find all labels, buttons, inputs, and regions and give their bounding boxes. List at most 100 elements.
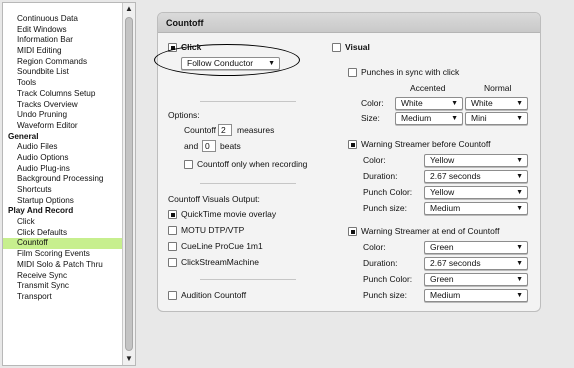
sidebar-item[interactable]: Information Bar — [3, 35, 123, 46]
visuals-output-label: Countoff Visuals Output: — [168, 194, 260, 204]
sidebar-item[interactable]: Region Commands — [3, 57, 123, 68]
chevron-down-icon: ▼ — [516, 157, 523, 164]
sidebar-item[interactable]: Waveform Editor — [3, 121, 123, 132]
annotation-ellipse — [154, 44, 300, 76]
visual-size-normal-popup[interactable]: Mini ▼ — [465, 112, 528, 125]
visual-size-normal-value: Mini — [471, 113, 487, 123]
clickstreammachine-checkbox[interactable] — [168, 258, 177, 267]
only-when-recording-label: Countoff only when recording — [197, 159, 308, 169]
sidebar-item[interactable]: Startup Options — [3, 196, 123, 207]
streamer-before-duration-popup[interactable]: 2.67 seconds ▼ — [424, 170, 528, 183]
streamer-before-duration-label: Duration: — [363, 171, 398, 181]
sidebar-item[interactable]: Background Processing — [3, 174, 123, 185]
motu-dtp-checkbox[interactable] — [168, 226, 177, 235]
streamer-before-label: Warning Streamer before Countoff — [361, 139, 491, 149]
sidebar-item[interactable]: Audio Options — [3, 153, 123, 164]
visual-color-label: Color: — [361, 98, 384, 108]
sidebar-item[interactable]: Continuous Data — [3, 14, 123, 25]
streamer-end-punch-color-popup[interactable]: Green ▼ — [424, 273, 528, 286]
chevron-down-icon: ▼ — [516, 173, 523, 180]
sidebar-list: Continuous Data Edit Windows Information B… — [3, 3, 123, 365]
chevron-down-icon: ▼ — [516, 205, 523, 212]
sidebar-item[interactable]: Undo Pruning — [3, 110, 123, 121]
punches-in-sync-checkbox[interactable] — [348, 68, 357, 77]
streamer-end-color-popup[interactable]: Green ▼ — [424, 241, 528, 254]
sidebar-item[interactable]: MIDI Solo & Patch Thru — [3, 260, 123, 271]
chevron-down-icon: ▼ — [516, 292, 523, 299]
sidebar-group-header: Play And Record — [8, 206, 74, 216]
sidebar-item[interactable]: Shortcuts — [3, 185, 123, 196]
sidebar-item[interactable]: Track Columns Setup — [3, 89, 123, 100]
sidebar-item[interactable]: Film Scoring Events — [3, 249, 123, 260]
streamer-before-punch-color-value: Yellow — [430, 187, 455, 197]
chevron-down-icon: ▼ — [516, 100, 523, 107]
scroll-down-arrow-icon[interactable]: ▼ — [123, 353, 135, 365]
audition-countoff-checkbox[interactable] — [168, 291, 177, 300]
sidebar-item[interactable]: Soundbite List — [3, 67, 123, 78]
sidebar-group-header: General — [8, 131, 39, 141]
visual-color-normal-value: White — [471, 98, 493, 108]
streamer-end-checkbox[interactable] — [348, 227, 357, 236]
visual-color-accented-popup[interactable]: White ▼ — [395, 97, 463, 110]
streamer-before-color-popup[interactable]: Yellow ▼ — [424, 154, 528, 167]
beats-label: beats — [220, 141, 241, 151]
measures-label: measures — [237, 125, 275, 135]
divider — [200, 101, 296, 102]
visual-size-label: Size: — [361, 113, 380, 123]
sidebar-item[interactable]: Tracks Overview — [3, 100, 123, 111]
streamer-end-label: Warning Streamer at end of Countoff — [361, 226, 500, 236]
accented-header: Accented — [410, 83, 446, 93]
streamer-before-punch-color-label: Punch Color: — [363, 187, 413, 197]
quicktime-overlay-checkbox[interactable] — [168, 210, 177, 219]
divider — [200, 279, 296, 280]
chevron-down-icon: ▼ — [516, 189, 523, 196]
sidebar-item[interactable]: Transport — [3, 292, 123, 303]
chevron-down-icon: ▼ — [516, 244, 523, 251]
sidebar-item[interactable]: Click Defaults — [3, 228, 123, 239]
countoff-beats-field[interactable]: 0 — [202, 140, 216, 152]
scroll-thumb[interactable] — [125, 17, 133, 351]
clickstreammachine-label: ClickStreamMachine — [181, 257, 259, 267]
streamer-before-punch-size-popup[interactable]: Medium ▼ — [424, 202, 528, 215]
countoff-prefix: Countoff — [184, 125, 216, 135]
cueline-procue-checkbox[interactable] — [168, 242, 177, 251]
chevron-down-icon: ▼ — [516, 115, 523, 122]
preferences-sidebar: Continuous Data Edit Windows Information B… — [2, 2, 136, 366]
streamer-end-duration-popup[interactable]: 2.67 seconds ▼ — [424, 257, 528, 270]
divider — [200, 183, 296, 184]
streamer-end-punch-color-value: Green — [430, 274, 454, 284]
sidebar-item[interactable]: Edit Windows — [3, 25, 123, 36]
visual-size-accented-popup[interactable]: Medium ▼ — [395, 112, 463, 125]
options-label: Options: — [168, 110, 200, 120]
scroll-up-arrow-icon[interactable]: ▲ — [123, 3, 135, 15]
only-when-recording-checkbox[interactable] — [184, 160, 193, 169]
chevron-down-icon: ▼ — [451, 100, 458, 107]
sidebar-item[interactable]: Audio Files — [3, 142, 123, 153]
sidebar-item[interactable]: Click — [3, 217, 123, 228]
sidebar-scrollbar[interactable]: ▲ ▼ — [122, 3, 135, 365]
streamer-end-duration-value: 2.67 seconds — [430, 258, 481, 268]
streamer-before-punch-size-value: Medium — [430, 203, 461, 213]
sidebar-item[interactable]: MIDI Editing — [3, 46, 123, 57]
streamer-before-checkbox[interactable] — [348, 140, 357, 149]
streamer-before-punch-color-popup[interactable]: Yellow ▼ — [424, 186, 528, 199]
visual-color-normal-popup[interactable]: White ▼ — [465, 97, 528, 110]
sidebar-item[interactable]: Countoff — [3, 238, 123, 250]
streamer-end-punch-size-value: Medium — [430, 290, 461, 300]
audition-countoff-label: Audition Countoff — [181, 290, 247, 300]
sidebar-item[interactable]: Transmit Sync — [3, 281, 123, 292]
streamer-before-color-label: Color: — [363, 155, 386, 165]
streamer-end-punch-size-popup[interactable]: Medium ▼ — [424, 289, 528, 302]
sidebar-item[interactable]: Tools — [3, 78, 123, 89]
visual-color-accented-value: White — [401, 98, 423, 108]
visual-checkbox[interactable] — [332, 43, 341, 52]
sidebar-item[interactable]: Audio Plug-ins — [3, 164, 123, 175]
chevron-down-icon: ▼ — [516, 260, 523, 267]
streamer-end-punch-size-label: Punch size: — [363, 290, 407, 300]
sidebar-item[interactable]: Receive Sync — [3, 271, 123, 282]
countoff-measures-field[interactable]: 2 — [218, 124, 232, 136]
streamer-before-duration-value: 2.67 seconds — [430, 171, 481, 181]
quicktime-overlay-label: QuickTime movie overlay — [181, 209, 277, 219]
punches-in-sync-label: Punches in sync with click — [361, 67, 460, 77]
chevron-down-icon: ▼ — [451, 115, 458, 122]
